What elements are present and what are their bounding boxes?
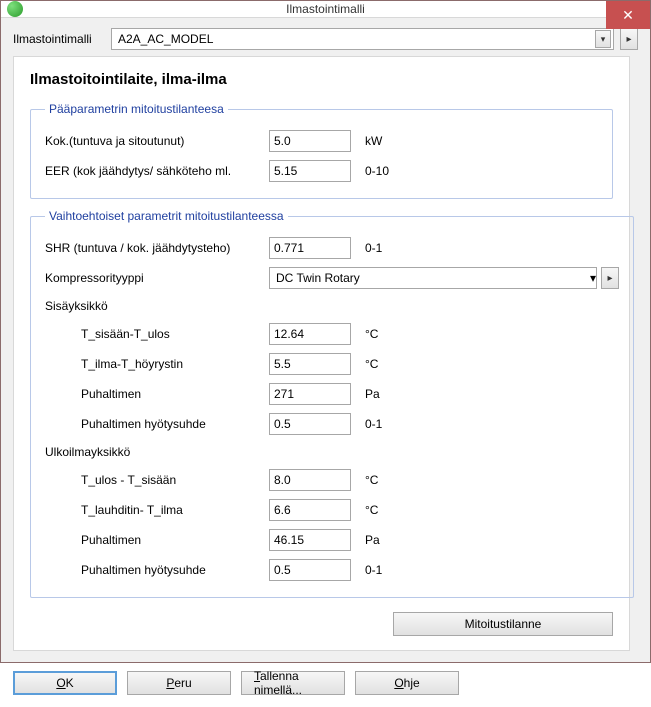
- compressor-value: DC Twin Rotary: [276, 271, 360, 285]
- indoor-tilmahoy-unit: °C: [365, 357, 378, 371]
- model-browse-button[interactable]: ▸: [620, 28, 638, 50]
- row-shr: SHR (tuntuva / kok. jäähdytysteho) 0-1: [45, 233, 619, 263]
- row-outdoor-puhhyoty: Puhaltimen hyötysuhde 0-1: [45, 555, 619, 585]
- row-outdoor-puhaltimen: Puhaltimen Pa: [45, 525, 619, 555]
- arrow-right-icon: ▸: [607, 273, 612, 284]
- dialog-window: Ilmastointimalli ✕ Ilmastointimalli A2A_…: [0, 0, 651, 663]
- outdoor-tlauhilma-unit: °C: [365, 503, 378, 517]
- indoor-puhhyoty-label: Puhaltimen hyötysuhde: [45, 417, 269, 431]
- eer-unit: 0-10: [365, 164, 389, 178]
- indoor-puhaltimen-unit: Pa: [365, 387, 380, 401]
- ok-button[interactable]: OK: [13, 671, 117, 695]
- indoor-tsisulos-label: T_sisään-T_ulos: [45, 327, 269, 341]
- row-compressor: Kompressorityyppi DC Twin Rotary ▾ ▸: [45, 263, 619, 293]
- indoor-puhaltimen-label: Puhaltimen: [45, 387, 269, 401]
- shr-unit: 0-1: [365, 241, 382, 255]
- model-select[interactable]: A2A_AC_MODEL ▾: [111, 28, 614, 50]
- row-kok: Kok.(tuntuva ja sitoutunut) kW: [45, 126, 598, 156]
- indoor-tsisulos-unit: °C: [365, 327, 378, 341]
- indoor-puhaltimen-input[interactable]: [269, 383, 351, 405]
- indoor-title: Sisäyksikkö: [45, 293, 619, 319]
- kok-unit: kW: [365, 134, 382, 148]
- help-button[interactable]: Ohje: [355, 671, 459, 695]
- outdoor-tulossis-label: T_ulos - T_sisään: [45, 473, 269, 487]
- sizing-button[interactable]: Mitoitustilanne: [393, 612, 613, 636]
- group-optional-legend: Vaihtoehtoiset parametrit mitoitustilant…: [45, 209, 288, 223]
- indoor-tilmahoy-label: T_ilma-T_höyrystin: [45, 357, 269, 371]
- eer-label: EER (kok jäähdytys/ sähköteho ml.: [45, 164, 269, 178]
- indoor-puhhyoty-input[interactable]: [269, 413, 351, 435]
- indoor-tilmahoy-input[interactable]: [269, 353, 351, 375]
- group-optional-params: Vaihtoehtoiset parametrit mitoitustilant…: [30, 209, 634, 598]
- shr-input[interactable]: [269, 237, 351, 259]
- outdoor-puhaltimen-label: Puhaltimen: [45, 533, 269, 547]
- chevron-down-icon: ▾: [590, 271, 596, 285]
- compressor-select[interactable]: DC Twin Rotary ▾: [269, 267, 597, 289]
- row-eer: EER (kok jäähdytys/ sähköteho ml. 0-10: [45, 156, 598, 186]
- outdoor-puhaltimen-input[interactable]: [269, 529, 351, 551]
- footer-buttons: OK Peru Tallenna nimellä... Ohje: [1, 661, 650, 707]
- model-row: Ilmastointimalli A2A_AC_MODEL ▾ ▸: [13, 28, 638, 50]
- row-outdoor-tulossis: T_ulos - T_sisään °C: [45, 465, 619, 495]
- kok-label: Kok.(tuntuva ja sitoutunut): [45, 134, 269, 148]
- save-as-label: Tallenna nimellä...: [254, 669, 332, 697]
- chevron-down-icon: ▾: [595, 30, 611, 48]
- model-value: A2A_AC_MODEL: [118, 32, 213, 46]
- eer-input[interactable]: [269, 160, 351, 182]
- outdoor-puhhyoty-label: Puhaltimen hyötysuhde: [45, 563, 269, 577]
- save-as-button[interactable]: Tallenna nimellä...: [241, 671, 345, 695]
- close-icon: ✕: [622, 7, 634, 24]
- compressor-label: Kompressorityyppi: [45, 271, 269, 285]
- shr-label: SHR (tuntuva / kok. jäähdytysteho): [45, 241, 269, 255]
- group-main-legend: Pääparametrin mitoitustilanteesa: [45, 102, 228, 116]
- outdoor-title: Ulkoilmayksikkö: [45, 439, 619, 465]
- indoor-puhhyoty-unit: 0-1: [365, 417, 382, 431]
- panel-title: Ilmastoitointilaite, ilma-ilma: [30, 71, 613, 88]
- outdoor-tulossis-input[interactable]: [269, 469, 351, 491]
- row-indoor-puhhyoty: Puhaltimen hyötysuhde 0-1: [45, 409, 619, 439]
- kok-input[interactable]: [269, 130, 351, 152]
- outdoor-puhhyoty-unit: 0-1: [365, 563, 382, 577]
- close-button[interactable]: ✕: [606, 1, 650, 29]
- outdoor-tlauhilma-label: T_lauhditin- T_ilma: [45, 503, 269, 517]
- cancel-button[interactable]: Peru: [127, 671, 231, 695]
- group-main-params: Pääparametrin mitoitustilanteesa Kok.(tu…: [30, 102, 613, 199]
- outdoor-puhaltimen-unit: Pa: [365, 533, 380, 547]
- content-area: Ilmastointimalli A2A_AC_MODEL ▾ ▸ Ilmast…: [1, 18, 650, 661]
- sizing-button-row: Mitoitustilanne: [30, 608, 613, 638]
- arrow-right-icon: ▸: [626, 34, 631, 45]
- outdoor-puhhyoty-input[interactable]: [269, 559, 351, 581]
- cancel-label: Peru: [166, 676, 191, 690]
- indoor-tsisulos-input[interactable]: [269, 323, 351, 345]
- window-title: Ilmastointimalli: [1, 2, 650, 16]
- outdoor-tlauhilma-input[interactable]: [269, 499, 351, 521]
- help-label: Ohje: [394, 676, 419, 690]
- compressor-browse-button[interactable]: ▸: [601, 267, 619, 289]
- row-indoor-puhaltimen: Puhaltimen Pa: [45, 379, 619, 409]
- ok-label: OK: [56, 676, 73, 690]
- outdoor-tulossis-unit: °C: [365, 473, 378, 487]
- row-outdoor-tlauhilma: T_lauhditin- T_ilma °C: [45, 495, 619, 525]
- model-label: Ilmastointimalli: [13, 32, 105, 46]
- titlebar: Ilmastointimalli ✕: [1, 1, 650, 18]
- row-indoor-tsisulos: T_sisään-T_ulos °C: [45, 319, 619, 349]
- row-indoor-tilmahoy: T_ilma-T_höyrystin °C: [45, 349, 619, 379]
- main-panel: Ilmastoitointilaite, ilma-ilma Pääparame…: [13, 56, 630, 651]
